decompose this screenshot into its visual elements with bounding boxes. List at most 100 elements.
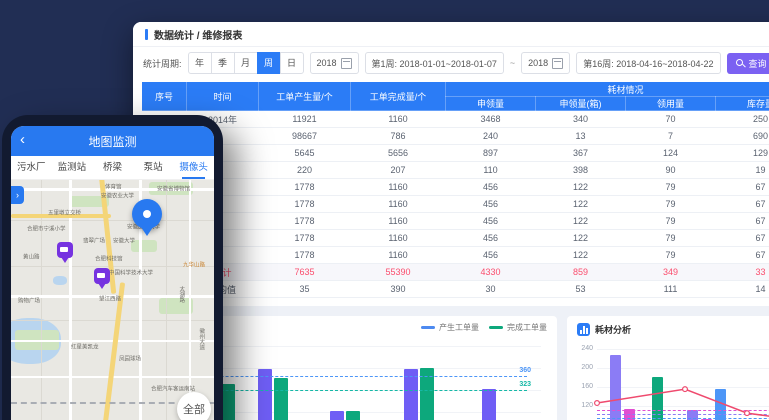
consumable-chart-title-text: 耗材分析 xyxy=(595,323,631,336)
table-row[interactable]: 177811604561227967 xyxy=(142,247,769,264)
table-row[interactable]: 177811604561227967 xyxy=(142,213,769,230)
table-cell: 55390 xyxy=(351,264,446,281)
map-label: 安徽大学 xyxy=(113,236,135,244)
legend-dash xyxy=(421,326,435,329)
phone-screen: ‹ 地图监测 污水厂监测站桥梁泵站摄像头 xyxy=(11,126,214,420)
table-cell: 11921 xyxy=(259,111,351,128)
consumable-chart-plot: 2402001601208040 xyxy=(597,348,769,420)
table-cell: 7635 xyxy=(259,264,351,281)
map-label: 徽州大道 xyxy=(197,328,205,350)
table-cell: 1160 xyxy=(351,111,446,128)
map-label: 太湖路 xyxy=(177,286,185,303)
table-cell: 129 xyxy=(716,145,769,162)
show-all-button[interactable]: 全部 xyxy=(177,392,211,420)
legend-item[interactable]: 完成工单量 xyxy=(489,322,547,333)
y-axis-tick: 200 xyxy=(571,364,593,371)
reference-line-label: 323 xyxy=(519,381,531,388)
col-header-created: 工单产生量/个 xyxy=(259,82,351,111)
table-row[interactable]: 98667786240137690 xyxy=(142,128,769,145)
consumable-chart-title: 耗材分析 xyxy=(567,316,769,343)
table-row[interactable]: 177811604561227967 xyxy=(142,179,769,196)
table-cell: 13 xyxy=(536,128,626,145)
table-cell: 67 xyxy=(716,179,769,196)
phone-tab-污水厂[interactable]: 污水厂 xyxy=(11,156,52,179)
map-label: 五里墩立交桥 xyxy=(48,208,81,216)
end-year-select[interactable]: 2018 xyxy=(521,52,570,74)
start-year-value: 2018 xyxy=(317,58,337,68)
legend-item[interactable]: 产生工单量 xyxy=(421,322,479,333)
period-segmented-control[interactable]: 年季月周日 xyxy=(188,52,304,74)
table-cell: 456 xyxy=(446,179,536,196)
map-label: 黄山路 xyxy=(23,252,40,260)
col-header-index: 序号 xyxy=(142,82,187,111)
dashboard-window: 数据统计 / 维修报表 统计周期: 年季月周日 2018 第1周: 2018-0… xyxy=(133,22,769,420)
col-header-consumables-group: 耗材情况 xyxy=(446,82,769,97)
map-canvas[interactable]: › 全部 体育馆安徽农业大学安徽省博物馆五里墩立交桥合肥市宁溪小学安徽医科大学翡… xyxy=(11,180,214,420)
filter-label: 统计周期: xyxy=(143,57,182,70)
table-cell: 1778 xyxy=(259,230,351,247)
map-label: 红星美凯龙 xyxy=(71,342,99,350)
table-cell: 90 xyxy=(626,162,716,179)
table-cell: 79 xyxy=(626,196,716,213)
period-option-日[interactable]: 日 xyxy=(280,52,304,74)
table-cell: 456 xyxy=(446,247,536,264)
period-option-年[interactable]: 年 xyxy=(188,52,212,74)
search-button[interactable]: 查询 xyxy=(727,53,769,74)
table-row[interactable]: 177811604561227967 xyxy=(142,196,769,213)
start-year-select[interactable]: 2018 xyxy=(310,52,359,74)
subcol-header-1: 申领量 xyxy=(446,97,536,111)
table-cell: 67 xyxy=(716,196,769,213)
col-header-time: 时间 xyxy=(187,82,259,111)
reference-line-label: 360 xyxy=(519,367,531,374)
table-cell: 111 xyxy=(626,281,716,298)
back-icon[interactable]: ‹ xyxy=(20,131,25,149)
map-label: 合肥科技馆 xyxy=(95,254,123,262)
table-cell: 1160 xyxy=(351,247,446,264)
camera-icon xyxy=(60,247,68,252)
table-cell: 1160 xyxy=(351,179,446,196)
map-label: 体育馆 xyxy=(105,182,122,190)
start-week-range-input[interactable]: 第1周: 2018-01-01~2018-01-07 xyxy=(365,52,504,74)
table-body: 12014年1192111603468340702509866778624013… xyxy=(142,111,769,298)
period-option-周[interactable]: 周 xyxy=(257,52,281,74)
phone-tab-桥梁[interactable]: 桥梁 xyxy=(92,156,133,179)
table-cell: 1778 xyxy=(259,196,351,213)
table-row[interactable]: 56455656897367124129 xyxy=(142,145,769,162)
table-cell: 79 xyxy=(626,230,716,247)
average-row[interactable]: 平均值35390305311114 xyxy=(142,281,769,298)
map-expand-button[interactable]: › xyxy=(11,186,24,204)
table-cell: 122 xyxy=(536,196,626,213)
table-row[interactable]: 12014年119211160346834070250 xyxy=(142,111,769,128)
table-row[interactable]: 177811604561227967 xyxy=(142,230,769,247)
subcol-header-2: 申领量(箱) xyxy=(536,97,626,111)
period-option-季[interactable]: 季 xyxy=(211,52,235,74)
y-axis-tick: 240 xyxy=(571,345,593,352)
map-label: 望江西路 xyxy=(99,294,121,302)
selected-pin[interactable] xyxy=(132,199,162,229)
table-panel: 数据统计 / 维修报表 统计周期: 年季月周日 2018 第1周: 2018-0… xyxy=(133,22,769,306)
table-cell: 456 xyxy=(446,230,536,247)
total-row[interactable]: 合计763555390433085934933 xyxy=(142,264,769,281)
camera-pin[interactable] xyxy=(57,242,73,258)
phone-mockup: ‹ 地图监测 污水厂监测站桥梁泵站摄像头 xyxy=(2,115,223,420)
start-week-range-value: 第1周: 2018-01-01~2018-01-07 xyxy=(372,57,497,70)
end-week-range-input[interactable]: 第16周: 2018-04-16~2018-04-22 xyxy=(576,52,720,74)
phone-tab-泵站[interactable]: 泵站 xyxy=(133,156,174,179)
table-cell: 690 xyxy=(716,128,769,145)
phone-tab-监测站[interactable]: 监测站 xyxy=(52,156,93,179)
consumable-chart-card: 耗材分析 2402001601208040 xyxy=(567,316,769,420)
table-cell: 240 xyxy=(446,128,536,145)
table-cell: 456 xyxy=(446,213,536,230)
table-cell: 79 xyxy=(626,213,716,230)
chart-bar xyxy=(482,389,496,420)
phone-tab-摄像头[interactable]: 摄像头 xyxy=(173,156,214,179)
table-row[interactable]: 2202071103989019 xyxy=(142,162,769,179)
table-cell: 367 xyxy=(536,145,626,162)
range-separator: ~ xyxy=(510,58,515,68)
period-option-月[interactable]: 月 xyxy=(234,52,258,74)
chart-bar xyxy=(274,378,288,420)
map-label: 凤园球场 xyxy=(119,354,141,362)
table-cell: 122 xyxy=(536,213,626,230)
camera-pin[interactable] xyxy=(94,268,110,284)
legend-label: 完成工单量 xyxy=(507,322,547,333)
